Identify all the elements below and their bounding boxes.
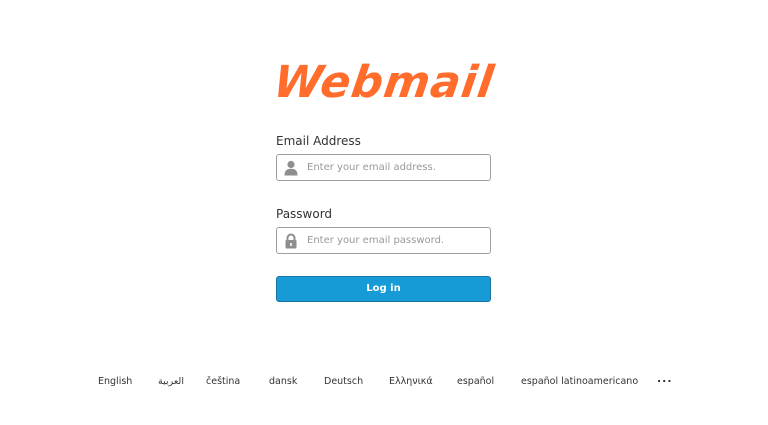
more-languages-button[interactable]: ... bbox=[657, 372, 673, 386]
login-button[interactable]: Log in bbox=[276, 276, 491, 302]
language-link-english[interactable]: English bbox=[98, 375, 132, 389]
password-group: Password bbox=[276, 206, 491, 254]
language-link-arabic[interactable]: العربية bbox=[158, 375, 184, 389]
language-selector: English العربية čeština dansk Deutsch Ελ… bbox=[0, 372, 768, 389]
lock-icon bbox=[285, 233, 297, 249]
email-label: Email Address bbox=[276, 134, 361, 148]
login-page: Webmail Email Address Password bbox=[0, 0, 768, 425]
language-link-danish[interactable]: dansk bbox=[269, 375, 297, 389]
webmail-logo: Webmail bbox=[0, 57, 768, 108]
language-link-spanish-latam[interactable]: español latinoamericano bbox=[521, 375, 638, 389]
language-link-czech[interactable]: čeština bbox=[206, 375, 240, 389]
email-group: Email Address bbox=[276, 133, 491, 181]
email-input[interactable] bbox=[307, 155, 485, 180]
language-link-spanish[interactable]: español bbox=[457, 375, 494, 389]
email-input-wrapper[interactable] bbox=[276, 154, 491, 181]
password-input[interactable] bbox=[307, 228, 485, 253]
user-icon bbox=[284, 160, 298, 176]
password-input-wrapper[interactable] bbox=[276, 227, 491, 254]
language-link-german[interactable]: Deutsch bbox=[324, 375, 363, 389]
logo-text: Webmail bbox=[270, 57, 498, 108]
password-label: Password bbox=[276, 207, 333, 221]
login-form: Email Address Password Log in bbox=[276, 133, 491, 302]
language-link-greek[interactable]: Ελληνικά bbox=[389, 375, 433, 389]
